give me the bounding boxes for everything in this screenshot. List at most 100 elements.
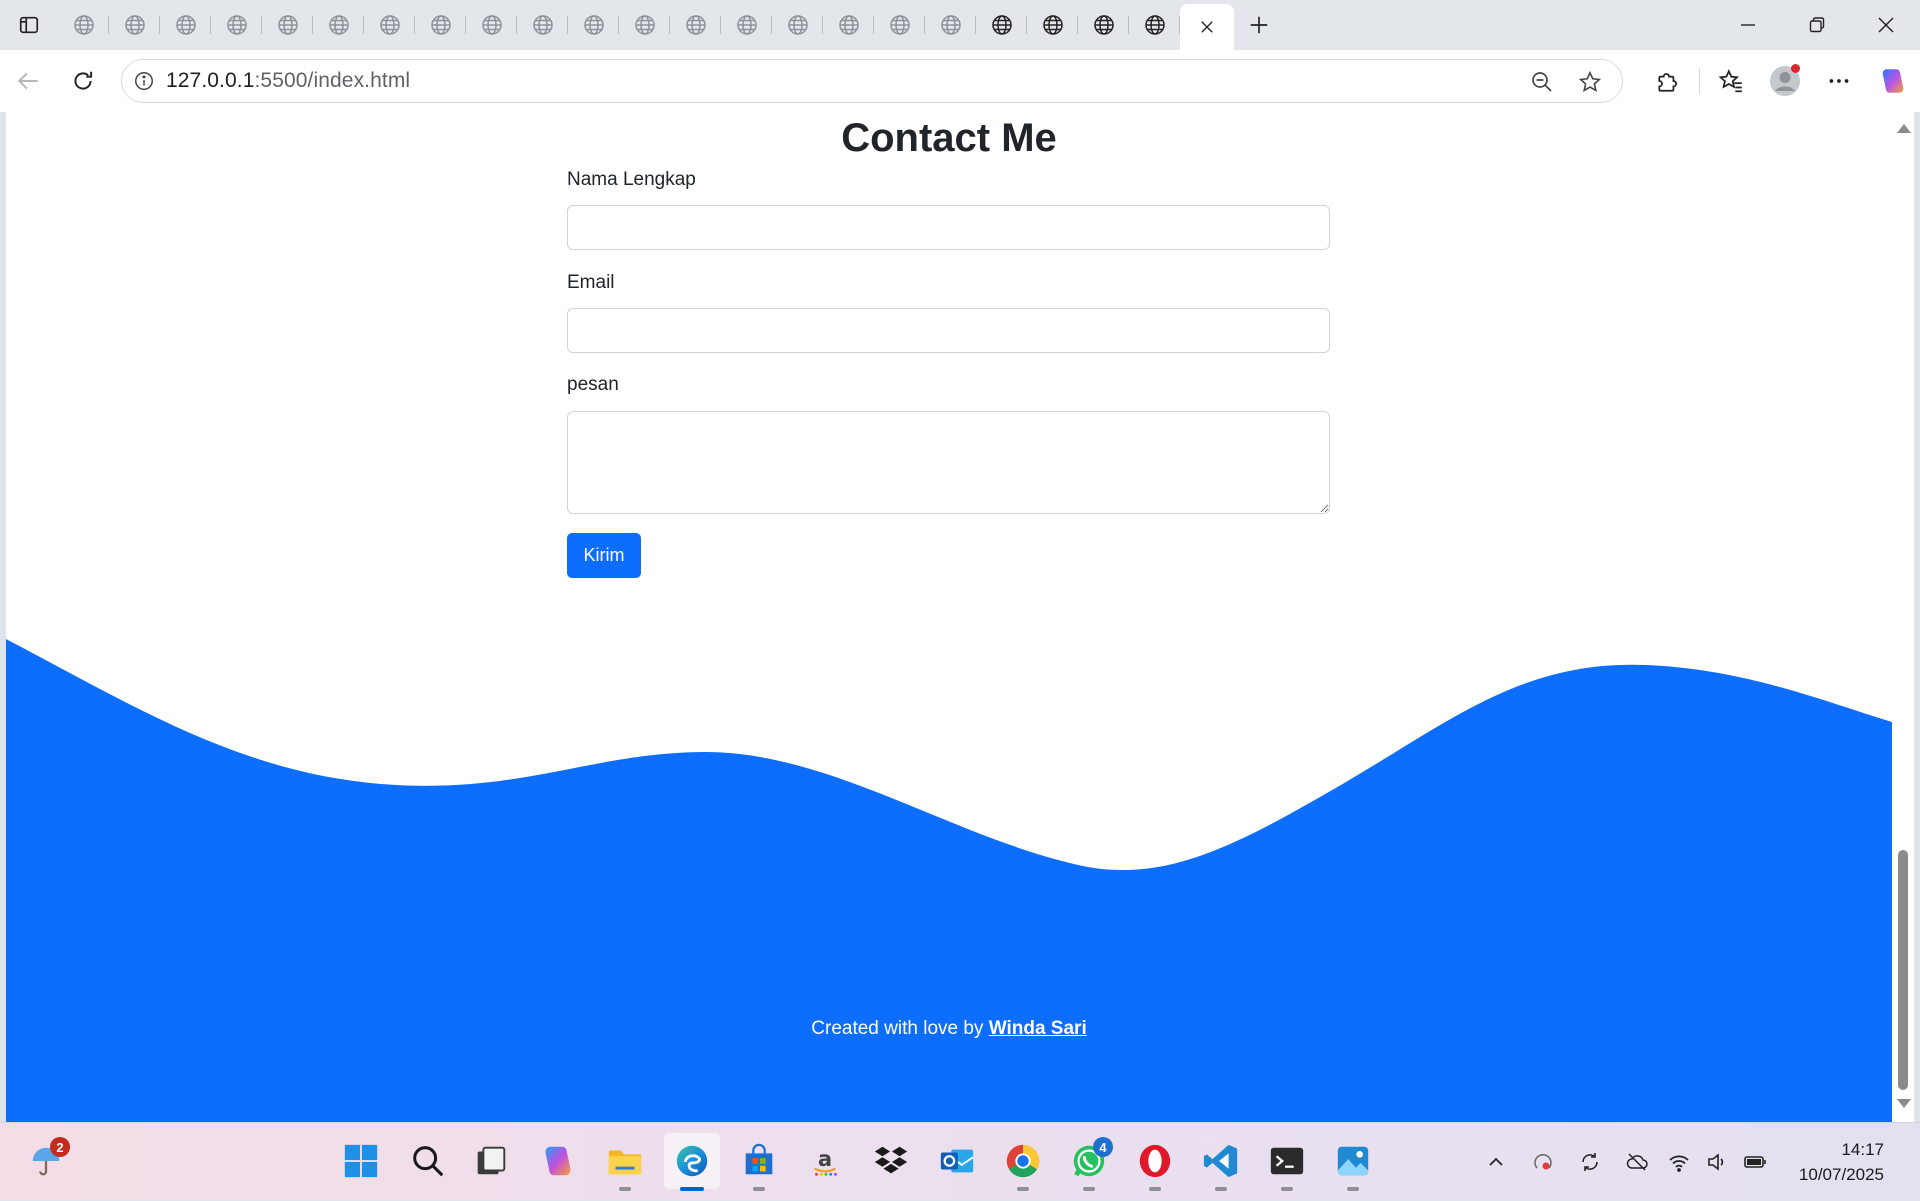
window-frame-right — [1914, 112, 1920, 1122]
terminal-app[interactable] — [1259, 1133, 1315, 1191]
search-icon — [413, 1146, 444, 1177]
battery-button[interactable] — [1736, 1137, 1774, 1187]
clock[interactable]: 14:17 10/07/2025 — [1799, 1137, 1884, 1187]
author-link[interactable]: Winda Sari — [989, 1018, 1087, 1039]
vscode-icon — [1203, 1144, 1238, 1178]
whatsapp-app[interactable]: 4 — [1061, 1133, 1117, 1191]
show-hidden-icons-button[interactable] — [1472, 1137, 1519, 1187]
microsoft-store-app[interactable] — [731, 1133, 787, 1191]
file-explorer-app[interactable] — [597, 1133, 653, 1191]
task-view-button[interactable] — [463, 1133, 519, 1189]
browser-tab[interactable] — [976, 0, 1027, 50]
amazon-app[interactable]: a — [797, 1133, 853, 1189]
tab-strip — [0, 0, 1920, 50]
reload-button[interactable] — [56, 54, 110, 108]
weather-badge: 2 — [50, 1137, 70, 1157]
active-tab[interactable] — [1180, 4, 1234, 50]
browser-tab[interactable] — [1078, 0, 1129, 50]
globe-icon — [685, 15, 706, 35]
running-indicator — [1347, 1187, 1359, 1191]
favorite-button[interactable] — [1566, 60, 1614, 104]
browser-tab[interactable] — [58, 0, 109, 50]
onedrive-button[interactable] — [1613, 1137, 1660, 1187]
wifi-button[interactable] — [1660, 1137, 1698, 1187]
browser-tab[interactable] — [670, 0, 721, 50]
globe-icon — [838, 15, 859, 35]
scroll-thumb[interactable] — [1898, 850, 1908, 1090]
zoom-button[interactable] — [1518, 60, 1566, 104]
browser-tab[interactable] — [1027, 0, 1078, 50]
chrome-app[interactable] — [995, 1133, 1051, 1191]
running-indicator — [1149, 1187, 1161, 1191]
weather-widget[interactable]: 2 — [18, 1133, 74, 1189]
browser-tab[interactable] — [466, 0, 517, 50]
photos-app[interactable] — [1325, 1133, 1381, 1191]
opera-app[interactable] — [1127, 1133, 1183, 1191]
globe-icon — [991, 15, 1012, 35]
profile-button[interactable] — [1758, 50, 1812, 112]
browser-tab[interactable] — [568, 0, 619, 50]
browser-tab[interactable] — [211, 0, 262, 50]
browser-tab[interactable] — [874, 0, 925, 50]
close-tab-icon[interactable] — [1198, 18, 1216, 36]
close-icon — [1878, 17, 1893, 33]
running-indicator — [680, 1187, 704, 1191]
browser-tab[interactable] — [823, 0, 874, 50]
address-bar[interactable]: 127.0.0.1:5500/index.html — [121, 59, 1623, 103]
address-actions — [1518, 60, 1614, 104]
message-textarea[interactable] — [567, 411, 1330, 514]
new-tab-button[interactable] — [1234, 0, 1284, 50]
browser-tab[interactable] — [925, 0, 976, 50]
back-button[interactable] — [2, 54, 56, 108]
scroll-down-arrow[interactable] — [1897, 1099, 1911, 1108]
globe-icon — [481, 15, 502, 35]
browser-tab[interactable] — [721, 0, 772, 50]
globe-icon — [532, 15, 553, 35]
running-indicator — [1083, 1187, 1095, 1191]
minimize-button[interactable] — [1713, 0, 1782, 50]
browser-tab[interactable] — [517, 0, 568, 50]
outlook-icon — [940, 1149, 974, 1173]
volume-button[interactable] — [1698, 1137, 1736, 1187]
footer-credit-prefix: Created with love by — [811, 1018, 989, 1039]
sync-button[interactable] — [1566, 1137, 1613, 1187]
reload-icon — [74, 71, 93, 90]
browser-tab[interactable] — [415, 0, 466, 50]
browser-tab[interactable] — [313, 0, 364, 50]
clock-time: 14:17 — [1841, 1140, 1884, 1159]
browser-tab[interactable] — [160, 0, 211, 50]
browser-tab[interactable] — [364, 0, 415, 50]
favorites-button[interactable] — [1704, 50, 1758, 112]
tab-actions-button[interactable] — [0, 0, 58, 50]
dropbox-icon — [874, 1146, 908, 1174]
scroll-up-arrow[interactable] — [1897, 124, 1911, 133]
dropbox-app[interactable] — [863, 1133, 919, 1189]
browser-tab[interactable] — [619, 0, 670, 50]
start-button[interactable] — [333, 1133, 389, 1189]
submit-button[interactable]: Kirim — [567, 533, 641, 578]
browser-tab[interactable] — [109, 0, 160, 50]
email-input[interactable] — [567, 308, 1330, 353]
site-info-button[interactable] — [122, 59, 166, 103]
browser-tab[interactable] — [772, 0, 823, 50]
copilot-app[interactable] — [530, 1133, 586, 1189]
close-window-button[interactable] — [1851, 0, 1920, 50]
copilot-button[interactable] — [1866, 50, 1920, 112]
speaker-icon — [1708, 1153, 1724, 1171]
settings-more-button[interactable] — [1812, 50, 1866, 112]
browser-tab[interactable] — [1129, 0, 1180, 50]
system-tray — [1472, 1123, 1774, 1201]
vscode-app[interactable] — [1193, 1133, 1249, 1191]
restore-button[interactable] — [1782, 0, 1851, 50]
outlook-app[interactable] — [929, 1133, 985, 1189]
extensions-button[interactable] — [1641, 50, 1695, 112]
edge-app[interactable] — [664, 1133, 720, 1191]
search-button[interactable] — [400, 1133, 456, 1189]
globe-icon — [1093, 15, 1114, 35]
url-text[interactable]: 127.0.0.1:5500/index.html — [166, 69, 410, 93]
tray-app-button[interactable] — [1519, 1137, 1566, 1187]
page-scrollbar[interactable] — [1892, 112, 1914, 1122]
name-input[interactable] — [567, 205, 1330, 250]
windows-taskbar: 2 a 4 14:17 10/07/2025 — [0, 1122, 1920, 1200]
browser-tab[interactable] — [262, 0, 313, 50]
